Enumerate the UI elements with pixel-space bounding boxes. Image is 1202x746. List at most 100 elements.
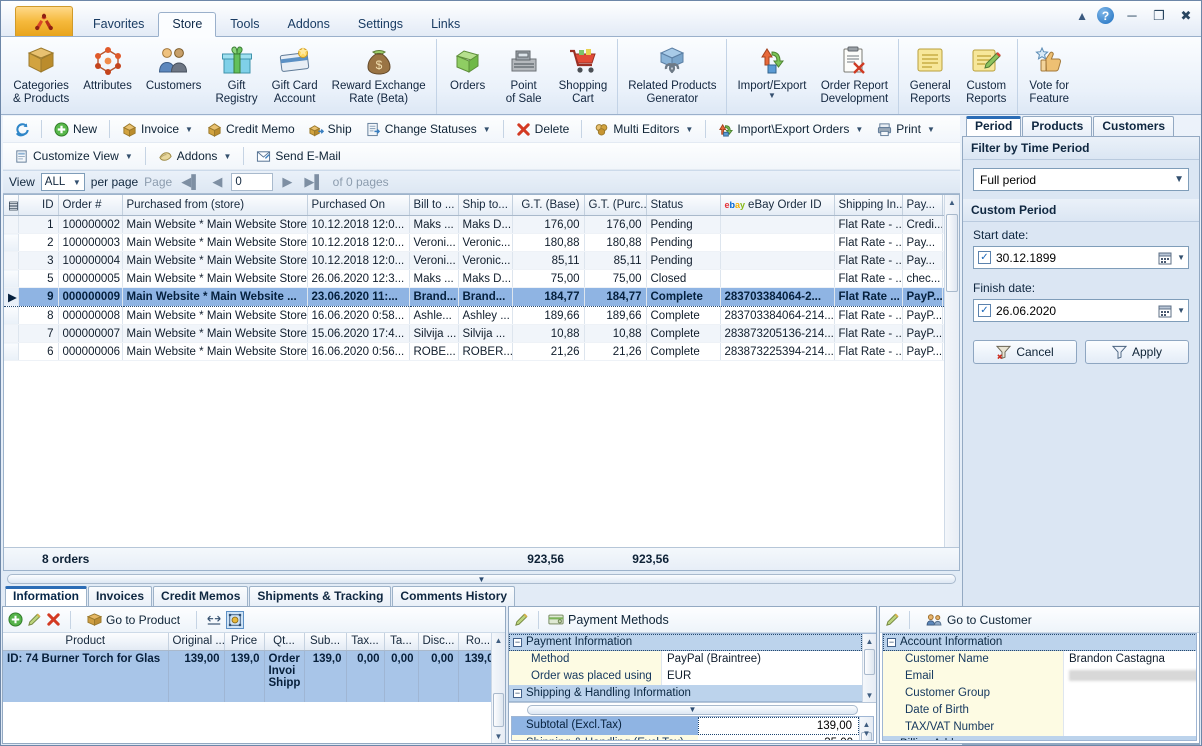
orders-column-ebay-order-id[interactable]: ebay eBay Order ID (720, 195, 835, 216)
fit-columns-icon[interactable] (206, 613, 222, 627)
orders-row[interactable]: 3 100000004 Main Website * Main Website St… (4, 251, 944, 270)
splitter-handle[interactable]: ▼ (7, 574, 956, 584)
chevron-down-icon[interactable]: ▼ (855, 125, 863, 134)
ship-button[interactable]: Ship (302, 119, 359, 140)
ribbon-button-creditcard[interactable]: Gift Card Account (265, 39, 325, 114)
start-date-checkbox[interactable]: ✓ (978, 251, 991, 264)
ribbon-button-customreports[interactable]: Custom Reports (958, 39, 1014, 114)
ribbon-button-register[interactable]: Point of Sale (496, 39, 552, 114)
collapse-toggle-icon[interactable]: − (887, 637, 896, 647)
grid-menu-icon[interactable]: ▤ (4, 195, 19, 216)
orders-vertical-scrollbar[interactable]: ▲ ▼ (944, 195, 959, 570)
grid-settings-icon[interactable] (226, 610, 245, 629)
orders-column-g-t-purc[interactable]: G.T. (Purc... (584, 195, 647, 216)
refresh-button[interactable] (7, 119, 36, 140)
customize-view-button[interactable]: Customize View ▼ (7, 146, 140, 167)
detail-tab-invoices[interactable]: Invoices (88, 586, 153, 606)
add-icon[interactable] (8, 612, 23, 627)
orders-column-pay[interactable]: Pay... (902, 195, 943, 216)
orders-row[interactable]: 8 000000008 Main Website * Main Website St… (4, 306, 944, 325)
total-row[interactable]: Subtotal (Excl.Tax) 139,00 (512, 717, 859, 735)
filter-tab-products[interactable]: Products (1022, 116, 1093, 136)
ribbon-button-importexport[interactable]: Import/Export ▼ (730, 39, 813, 114)
scroll-down-icon[interactable]: ▼ (863, 688, 876, 702)
ribbon-tab-favorites[interactable]: Favorites (79, 12, 158, 37)
products-column-product[interactable]: Product (3, 633, 169, 651)
ribbon-button-generalreports[interactable]: General Reports (902, 39, 958, 114)
close-icon[interactable]: ✖ (1177, 8, 1195, 24)
help-icon[interactable]: ? (1097, 7, 1114, 24)
orders-column-bill-to[interactable]: Bill to ... (409, 195, 459, 216)
app-logo-button[interactable] (15, 6, 73, 36)
edit-icon[interactable] (885, 612, 900, 627)
products-column-tax[interactable]: Tax... (346, 633, 385, 651)
scroll-up-icon[interactable]: ▲ (492, 633, 505, 647)
chevron-down-icon[interactable]: ▼ (1177, 306, 1185, 315)
first-page-button[interactable]: ◀▌ (178, 174, 203, 190)
property-row[interactable]: Customer Group (883, 685, 1196, 702)
calendar-icon[interactable] (1158, 304, 1172, 318)
products-column-sub[interactable]: Sub... (304, 633, 347, 651)
delete-button[interactable]: Delete (509, 119, 577, 140)
chevron-down-icon[interactable]: ▼ (223, 152, 231, 161)
orders-column-id[interactable]: ID (18, 195, 59, 216)
remove-icon[interactable] (46, 612, 61, 627)
property-group-header[interactable]: − Payment Information (509, 634, 862, 651)
scroll-thumb[interactable] (864, 649, 875, 675)
multi-editors-button[interactable]: Multi Editors ▼ (587, 119, 700, 140)
chevron-down-icon[interactable]: ▼ (927, 125, 935, 134)
property-group-header[interactable]: − Shipping & Handling Information (509, 685, 862, 702)
page-number-input[interactable]: 0 (231, 173, 274, 191)
new-button[interactable]: New (47, 119, 104, 140)
print-button[interactable]: Print ▼ (870, 119, 942, 140)
orders-row[interactable]: 2 100000003 Main Website * Main Website St… (4, 233, 944, 252)
chevron-down-icon[interactable]: ▼ (685, 125, 693, 134)
chevron-down-icon[interactable]: ▼ (185, 125, 193, 134)
goto-customer-button[interactable]: Go to Customer (919, 610, 1039, 630)
products-column-disc[interactable]: Disc... (418, 633, 459, 651)
orders-column-order[interactable]: Order # (58, 195, 123, 216)
ribbon-tab-settings[interactable]: Settings (344, 12, 417, 37)
ribbon-button-relatedproducts[interactable]: Related Products Generator (621, 39, 723, 114)
scroll-up-icon[interactable]: ▲ (863, 634, 876, 648)
customer-property-grid[interactable]: − Account Information Customer Name Brandon… (883, 634, 1196, 740)
orders-column-purchased-on[interactable]: Purchased On (307, 195, 410, 216)
splitter-handle[interactable]: ▼ (527, 704, 858, 715)
finish-date-checkbox[interactable]: ✓ (978, 304, 991, 317)
ribbon-tab-links[interactable]: Links (417, 12, 474, 37)
ribbon-button-molecule[interactable]: Attributes (76, 39, 139, 114)
property-row[interactable]: Date of Birth (883, 702, 1196, 719)
credit-memo-button[interactable]: Credit Memo (200, 119, 302, 140)
products-column-price[interactable]: Price (224, 633, 265, 651)
collapse-toggle-icon[interactable]: − (887, 739, 896, 740)
detail-tab-comments-history[interactable]: Comments History (392, 586, 516, 606)
import-export-orders-button[interactable]: Import\Export Orders ▼ (711, 119, 870, 140)
property-row[interactable]: Order was placed using EUR (509, 668, 862, 685)
cancel-filter-button[interactable]: Cancel (973, 340, 1077, 364)
scroll-down-icon[interactable]: ▼ (860, 726, 873, 740)
filter-tab-customers[interactable]: Customers (1093, 116, 1175, 136)
products-column-ro[interactable]: Ro... (458, 633, 491, 651)
next-page-button[interactable]: ▶ (279, 174, 295, 190)
detail-tab-credit-memos[interactable]: Credit Memos (153, 586, 249, 606)
collapse-toggle-icon[interactable]: − (513, 688, 522, 698)
per-page-select[interactable]: ALL ▼ (40, 173, 85, 191)
products-row[interactable]: ID: 74 Burner Torch for Glas 139,00 139,0 O… (3, 650, 491, 702)
last-page-button[interactable]: ▶▌ (301, 174, 326, 190)
orders-row[interactable]: 5 000000005 Main Website * Main Website St… (4, 269, 944, 288)
edit-icon[interactable] (514, 612, 529, 627)
prev-page-button[interactable]: ◀ (209, 174, 225, 190)
ribbon-button-moneybag[interactable]: $ Reward Exchange Rate (Beta) (325, 39, 433, 114)
ribbon-button-box[interactable]: Categories & Products (6, 39, 76, 114)
invoice-button[interactable]: Invoice ▼ (115, 119, 200, 140)
addons-button[interactable]: Addons ▼ (151, 146, 239, 167)
send-e-mail-button[interactable]: Send E-Mail (249, 146, 347, 167)
start-date-field[interactable]: ✓ 30.12.1899 ▼ (973, 246, 1189, 269)
ribbon-button-users[interactable]: Customers (139, 39, 209, 114)
minimize-icon[interactable]: ─ (1123, 8, 1141, 23)
edit-icon[interactable] (27, 612, 42, 627)
ribbon-button-cart[interactable]: Shopping Cart (552, 39, 615, 114)
scroll-thumb[interactable] (493, 693, 504, 727)
detail-tab-shipments-tracking[interactable]: Shipments & Tracking (249, 586, 392, 606)
products-column-original[interactable]: Original ... (168, 633, 225, 651)
